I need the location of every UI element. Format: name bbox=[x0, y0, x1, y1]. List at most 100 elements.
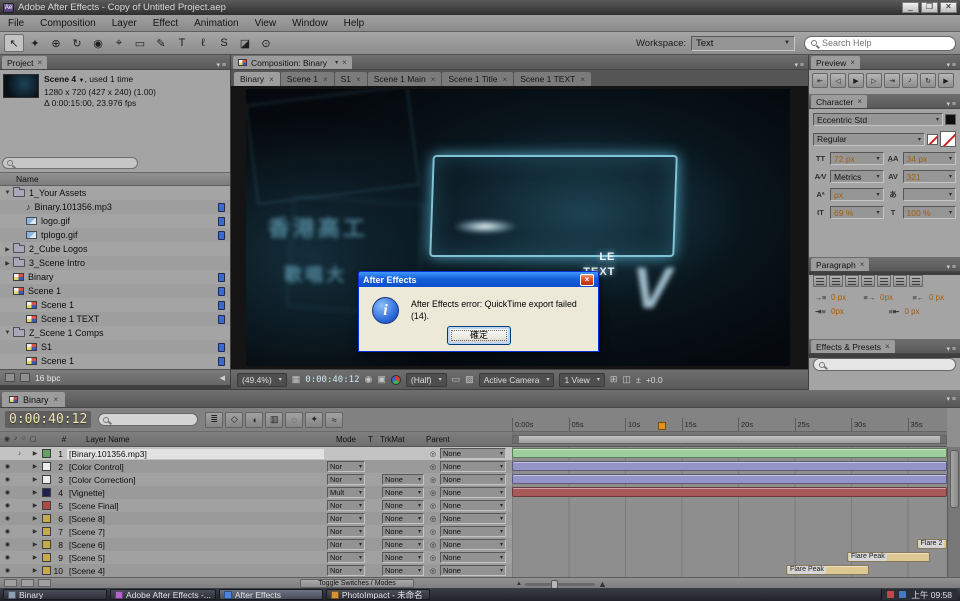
layer-bar[interactable] bbox=[512, 461, 947, 471]
label-color[interactable] bbox=[42, 566, 51, 575]
twirl-icon[interactable]: ▶ bbox=[30, 476, 40, 483]
motion-blur-button[interactable]: ◌ bbox=[285, 412, 303, 428]
region-of-interest-icon[interactable]: ▭ bbox=[452, 374, 461, 385]
live-update-button[interactable]: ≣ bbox=[205, 412, 223, 428]
parent-select[interactable]: None▾ bbox=[440, 448, 506, 459]
parent-select[interactable]: None▾ bbox=[440, 552, 506, 563]
rotation-tool[interactable]: ↻ bbox=[67, 34, 87, 52]
parent-pickwhip-icon[interactable]: ◎ bbox=[426, 450, 440, 458]
ok-button[interactable]: 確定 bbox=[447, 326, 511, 345]
trkmat-select[interactable]: None▾ bbox=[382, 552, 424, 563]
no-stroke-swatch[interactable] bbox=[940, 131, 956, 147]
project-item[interactable]: ▶3_Scene Intro bbox=[0, 256, 230, 270]
project-item[interactable]: logo.gif bbox=[0, 214, 230, 228]
step-forward-button[interactable]: ▷ bbox=[866, 73, 882, 88]
taskbar-item[interactable]: PhotoImpact - 未命名 bbox=[326, 589, 430, 600]
timeline-lane[interactable] bbox=[512, 447, 947, 460]
viewer-timecode[interactable]: 0:00:40:12 bbox=[305, 375, 359, 385]
trkmat-select[interactable]: None▾ bbox=[382, 526, 424, 537]
minimize-button[interactable]: _ bbox=[902, 2, 919, 13]
tray-icon[interactable] bbox=[887, 591, 894, 598]
selection-tool[interactable]: ↖ bbox=[4, 34, 24, 52]
parent-pickwhip-icon[interactable]: ◎ bbox=[426, 515, 440, 523]
label-color[interactable] bbox=[42, 501, 51, 510]
effects-search-input[interactable] bbox=[829, 360, 950, 369]
paragraph-panel-tab[interactable]: Paragraph × bbox=[811, 258, 869, 271]
font-style-select[interactable]: Regular▾ bbox=[813, 133, 925, 146]
trkmat-select[interactable]: None▾ bbox=[382, 474, 424, 485]
eye-icon[interactable]: ◉ bbox=[3, 502, 12, 509]
camera-select[interactable]: Active Camera▾ bbox=[479, 373, 555, 387]
eye-icon[interactable]: ◉ bbox=[3, 528, 12, 535]
layer-bar[interactable]: Flare Peak bbox=[847, 552, 930, 562]
tracking-field[interactable]: 321▾ bbox=[903, 170, 957, 183]
twirl-icon[interactable]: ▶ bbox=[30, 463, 40, 470]
menu-help[interactable]: Help bbox=[336, 17, 373, 30]
eye-icon[interactable]: ◉ bbox=[3, 476, 12, 483]
close-icon[interactable]: × bbox=[860, 260, 865, 269]
taskbar-item[interactable]: After Effects bbox=[219, 589, 323, 600]
close-icon[interactable]: × bbox=[885, 342, 890, 351]
close-icon[interactable]: × bbox=[850, 58, 855, 67]
layer-name[interactable]: [Scene 7] bbox=[67, 527, 324, 537]
eraser-tool[interactable]: ◪ bbox=[235, 34, 255, 52]
panel-menu-icon[interactable]: ▾ ≡ bbox=[944, 100, 958, 108]
puppet-pin-tool[interactable]: ⊙ bbox=[256, 34, 276, 52]
show-channel-icon[interactable] bbox=[391, 375, 401, 385]
play-button[interactable]: ▶ bbox=[848, 73, 864, 88]
mode-select[interactable]: Nor▾ bbox=[327, 500, 365, 511]
loop-button[interactable]: ↻ bbox=[920, 73, 936, 88]
timeline-lane[interactable] bbox=[512, 473, 947, 486]
clone-stamp-tool[interactable]: S bbox=[214, 34, 234, 52]
tsume-field[interactable]: ▾ bbox=[903, 188, 957, 201]
layer-row[interactable]: ◉▶10[Scene 4]Nor▾None▾◎None▾ bbox=[0, 564, 512, 577]
twirl-icon[interactable]: ▶ bbox=[30, 541, 40, 548]
layer-bar[interactable]: Flare 2 bbox=[917, 539, 947, 549]
mask-shape-tool[interactable]: ▭ bbox=[130, 34, 150, 52]
audio-icon[interactable]: ♪ bbox=[15, 451, 24, 457]
dialog-title-bar[interactable]: After Effects × bbox=[359, 272, 598, 287]
parent-select[interactable]: None▾ bbox=[440, 474, 506, 485]
color-depth-icon[interactable] bbox=[5, 373, 15, 382]
view-select[interactable]: 1 View▾ bbox=[559, 373, 604, 387]
space-before-field[interactable]: ⇥≡0px bbox=[813, 307, 883, 316]
comp-tab-scene-1-main[interactable]: Scene 1 Main× bbox=[368, 72, 442, 86]
menu-effect[interactable]: Effect bbox=[145, 17, 186, 30]
t-header[interactable]: T bbox=[368, 435, 380, 444]
justify-last-left-button[interactable] bbox=[861, 275, 875, 287]
taskbar-item[interactable]: Adobe After Effects -... bbox=[110, 589, 216, 600]
parent-pickwhip-icon[interactable]: ◎ bbox=[426, 541, 440, 549]
layer-row[interactable]: ◉▶3[Color Correction]Nor▾None▾◎None▾ bbox=[0, 473, 512, 486]
project-search-box[interactable] bbox=[2, 157, 138, 169]
label-color[interactable] bbox=[42, 462, 51, 471]
pan-behind-tool[interactable]: ⌖ bbox=[109, 34, 129, 52]
layer-name[interactable]: [Scene 8] bbox=[67, 514, 324, 524]
layer-name[interactable]: [Color Control] bbox=[67, 462, 324, 472]
menu-animation[interactable]: Animation bbox=[186, 17, 246, 30]
layer-name[interactable]: [Binary.101356.mp3] bbox=[67, 449, 324, 459]
view-layout-icon[interactable]: ⊞ bbox=[610, 374, 618, 385]
zoom-slider[interactable] bbox=[525, 583, 595, 586]
parent-select[interactable]: None▾ bbox=[440, 487, 506, 498]
project-item[interactable]: ▼Z_Scene 1 Comps bbox=[0, 326, 230, 340]
trkmat-header[interactable]: TrkMat bbox=[380, 435, 426, 444]
eye-icon[interactable]: ◉ bbox=[3, 567, 12, 574]
menu-view[interactable]: View bbox=[247, 17, 285, 30]
resolution-select[interactable]: (Half)▾ bbox=[406, 373, 447, 387]
panel-menu-icon[interactable]: ▾ ≡ bbox=[944, 345, 958, 353]
close-icon[interactable]: × bbox=[503, 75, 508, 84]
eye-icon[interactable]: ◉ bbox=[3, 489, 12, 496]
timeline-lane[interactable] bbox=[512, 499, 947, 512]
restore-button[interactable]: ❐ bbox=[921, 2, 938, 13]
comp-tab-s1[interactable]: S1× bbox=[335, 72, 367, 86]
comp-marker[interactable] bbox=[658, 422, 666, 430]
parent-pickwhip-icon[interactable]: ◎ bbox=[426, 463, 440, 471]
justify-all-button[interactable] bbox=[909, 275, 923, 287]
close-button[interactable]: ✕ bbox=[940, 2, 957, 13]
layer-bar[interactable] bbox=[512, 474, 947, 484]
layer-row[interactable]: ◉▶4[Vignette]Mult▾None▾◎None▾ bbox=[0, 486, 512, 499]
comp-tab-scene-1-text[interactable]: Scene 1 TEXT× bbox=[514, 72, 591, 86]
space-after-field[interactable]: ≡⇤0 px bbox=[887, 307, 957, 316]
timeline-lane[interactable] bbox=[512, 486, 947, 499]
project-name-column-header[interactable]: Name bbox=[0, 172, 230, 186]
